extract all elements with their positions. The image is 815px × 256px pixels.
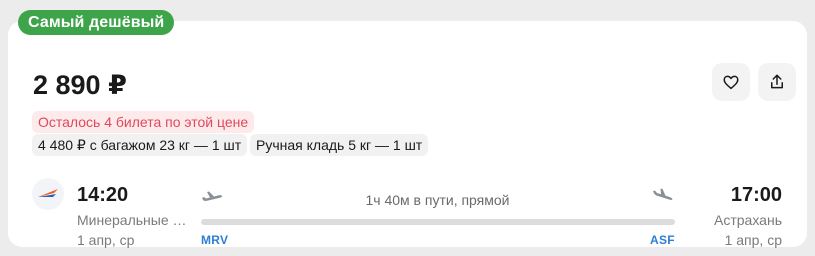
- price: 2 890 ₽: [33, 70, 127, 100]
- heart-icon: [723, 75, 739, 90]
- airline-logo-mark: [38, 189, 58, 197]
- route-track: [201, 219, 675, 225]
- tickets-left-notice: Осталось 4 билета по этой цене: [32, 111, 255, 133]
- arrival-date: 1 апр, ср: [724, 232, 782, 248]
- carry-on-option[interactable]: Ручная кладь 5 кг — 1 шт: [250, 134, 429, 156]
- arrival-iata: ASF: [650, 233, 675, 247]
- flight-offer-card[interactable]: 2 890 ₽ Осталось 4 билета по этой цене 4…: [8, 21, 807, 248]
- departure-date: 1 апр, ср: [77, 232, 135, 248]
- landing-icon: [653, 188, 673, 200]
- baggage-option[interactable]: 4 480 ₽ с багажом 23 кг — 1 шт: [32, 134, 248, 156]
- share-button[interactable]: [758, 63, 796, 101]
- departure-iata: MRV: [201, 233, 229, 247]
- favorite-button[interactable]: [712, 63, 750, 101]
- airline-logo: [32, 178, 64, 210]
- departure-city: Минеральные …: [77, 212, 187, 228]
- flight-duration: 1ч 40м в пути, прямой: [365, 192, 510, 208]
- share-icon: [771, 74, 783, 89]
- arrival-city: Астрахань: [714, 212, 782, 228]
- departure-time: 14:20: [77, 184, 129, 206]
- cheapest-badge: Самый дешёвый: [18, 10, 175, 35]
- arrival-time: 17:00: [730, 184, 782, 206]
